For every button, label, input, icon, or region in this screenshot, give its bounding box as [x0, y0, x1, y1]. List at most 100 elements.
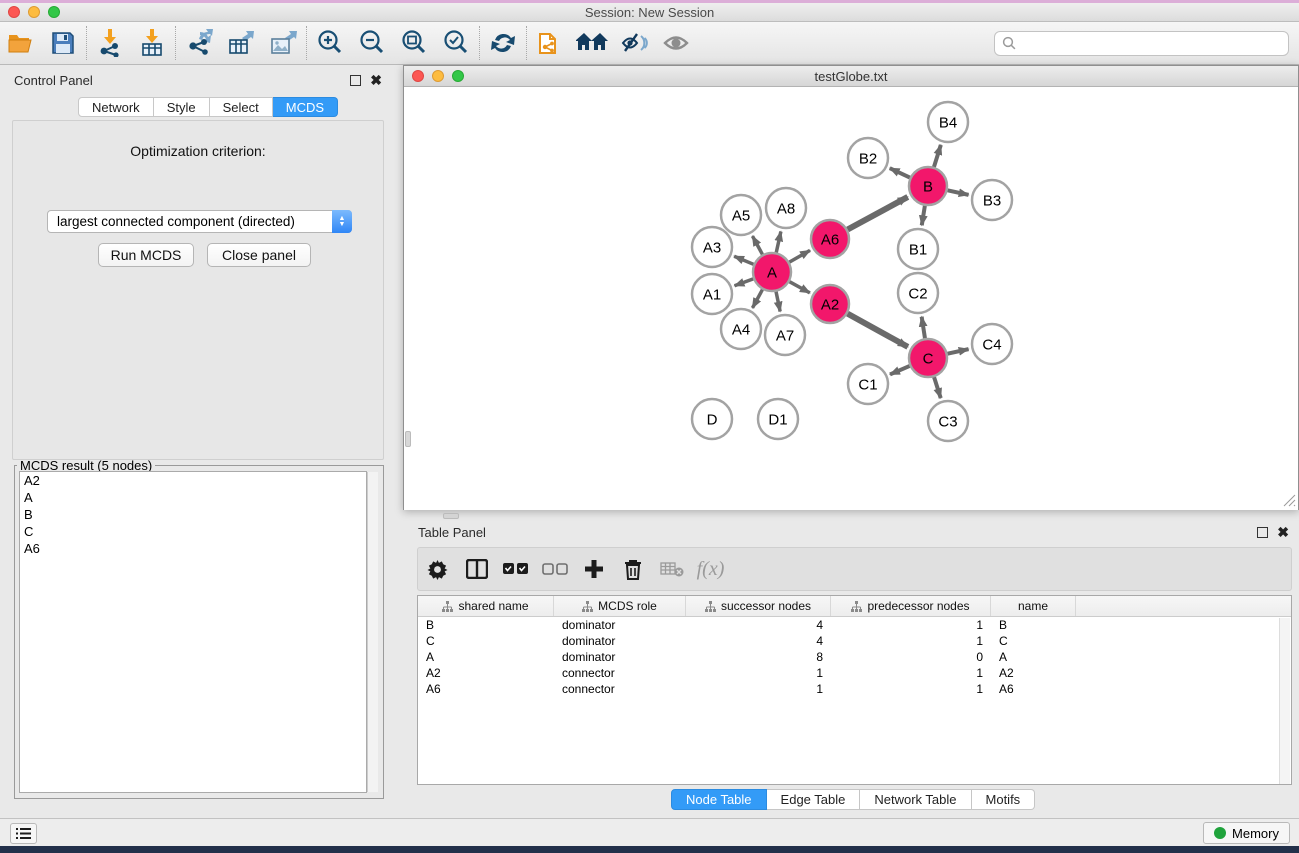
tab-network-table[interactable]: Network Table	[860, 789, 971, 810]
cell-shared_name[interactable]: C	[418, 634, 554, 648]
graph-node-A4[interactable]: A4	[721, 309, 761, 349]
float-table-panel-icon[interactable]	[1257, 527, 1268, 538]
window-resize-grip[interactable]	[1283, 494, 1296, 507]
graph-edge-A2-C[interactable]	[848, 314, 908, 347]
cell-shared_name[interactable]: A2	[418, 666, 554, 680]
graph-edge-C-C2[interactable]	[922, 317, 925, 339]
graph-edge-A-A3[interactable]	[734, 256, 753, 264]
graph-edge-C-C1[interactable]	[890, 366, 910, 375]
cell-predecessor[interactable]: 1	[831, 666, 991, 680]
function-builder-icon[interactable]: f(x)	[691, 551, 730, 587]
column-header-predecessor-nodes[interactable]: predecessor nodes	[831, 596, 991, 616]
column-header-MCDS-role[interactable]: MCDS role	[554, 596, 686, 616]
close-panel-button[interactable]: Close panel	[207, 243, 311, 267]
graph-node-B1[interactable]: B1	[898, 229, 938, 269]
graph-edge-A-A4[interactable]	[752, 290, 762, 308]
cell-name[interactable]: B	[991, 618, 1076, 632]
graph-node-A1[interactable]: A1	[692, 274, 732, 314]
graph-edge-A6-B[interactable]	[848, 197, 908, 230]
node-table-header[interactable]: shared nameMCDS rolesuccessor nodesprede…	[418, 596, 1291, 617]
graph-edge-C-C3[interactable]	[934, 377, 941, 398]
table-row[interactable]: Adominator80A	[418, 649, 1291, 665]
table-row[interactable]: Bdominator41B	[418, 617, 1291, 633]
mcds-result-item[interactable]: C	[20, 523, 366, 540]
graph-node-A6[interactable]: A6	[811, 220, 849, 258]
cell-predecessor[interactable]: 1	[831, 618, 991, 632]
import-network-icon[interactable]	[89, 25, 131, 61]
table-row[interactable]: Cdominator41C	[418, 633, 1291, 649]
zoom-in-icon[interactable]	[309, 25, 351, 61]
cell-mcds_role[interactable]: connector	[554, 682, 686, 696]
graph-node-A7[interactable]: A7	[765, 315, 805, 355]
show-panels-icon[interactable]	[655, 25, 697, 61]
open-session-icon[interactable]	[0, 25, 42, 61]
criterion-dropdown[interactable]: largest connected component (directed) ▲…	[47, 210, 352, 233]
cell-predecessor[interactable]: 1	[831, 634, 991, 648]
zoom-out-icon[interactable]	[351, 25, 393, 61]
cell-successor[interactable]: 4	[686, 634, 831, 648]
cell-name[interactable]: A6	[991, 682, 1076, 696]
cell-successor[interactable]: 4	[686, 618, 831, 632]
deselect-all-checkboxes-icon[interactable]	[535, 551, 574, 587]
mcds-result-item[interactable]: A	[20, 489, 366, 506]
save-session-icon[interactable]	[42, 25, 84, 61]
graph-edge-B-B3[interactable]	[948, 190, 969, 195]
cell-name[interactable]: C	[991, 634, 1076, 648]
tab-node-table[interactable]: Node Table	[671, 789, 767, 810]
mcds-result-item[interactable]: B	[20, 506, 366, 523]
cell-successor[interactable]: 8	[686, 650, 831, 664]
graph-node-B4[interactable]: B4	[928, 102, 968, 142]
mcds-result-item[interactable]: A6	[20, 540, 366, 557]
search-field[interactable]	[994, 31, 1289, 56]
graph-node-B2[interactable]: B2	[848, 138, 888, 178]
export-network-icon[interactable]	[178, 25, 220, 61]
cell-name[interactable]: A	[991, 650, 1076, 664]
graph-node-B3[interactable]: B3	[972, 180, 1012, 220]
zoom-selected-icon[interactable]	[435, 25, 477, 61]
tab-mcds[interactable]: MCDS	[273, 97, 338, 117]
add-column-icon[interactable]	[574, 551, 613, 587]
graph-edge-A-A6[interactable]	[789, 250, 810, 262]
tab-style[interactable]: Style	[154, 97, 210, 117]
graph-node-A8[interactable]: A8	[766, 188, 806, 228]
graph-node-A3[interactable]: A3	[692, 227, 732, 267]
export-table-icon[interactable]	[220, 25, 262, 61]
graph-edge-B-B4[interactable]	[934, 145, 941, 167]
network-window-titlebar[interactable]: testGlobe.txt	[404, 66, 1298, 87]
cell-successor[interactable]: 1	[686, 666, 831, 680]
refresh-layout-icon[interactable]	[482, 25, 524, 61]
table-vertical-scrollbar[interactable]	[1279, 618, 1290, 784]
tab-edge-table[interactable]: Edge Table	[767, 789, 861, 810]
graph-edge-A-A5[interactable]	[752, 236, 762, 254]
graph-edge-A-A1[interactable]	[735, 279, 754, 286]
memory-button[interactable]: Memory	[1203, 822, 1290, 844]
delete-table-icon[interactable]	[652, 551, 691, 587]
export-image-icon[interactable]	[262, 25, 304, 61]
mcds-result-item[interactable]: A2	[20, 472, 366, 489]
graph-node-D[interactable]: D	[692, 399, 732, 439]
columns-icon[interactable]	[457, 551, 496, 587]
graph-node-A2[interactable]: A2	[811, 285, 849, 323]
table-row[interactable]: A6connector11A6	[418, 681, 1291, 697]
cell-shared_name[interactable]: B	[418, 618, 554, 632]
graph-edge-A-A2[interactable]	[790, 282, 810, 293]
graph-edge-B-B2[interactable]	[890, 168, 910, 177]
table-row[interactable]: A2connector11A2	[418, 665, 1291, 681]
network-graph-canvas[interactable]: AA1A2A3A4A5A6A7A8BB1B2B3B4CC1C2C3C4DD1	[404, 88, 1298, 510]
network-vertical-scrollbar[interactable]	[405, 431, 411, 447]
select-all-checkboxes-icon[interactable]	[496, 551, 535, 587]
zoom-fit-icon[interactable]	[393, 25, 435, 61]
graph-node-D1[interactable]: D1	[758, 399, 798, 439]
graph-node-A5[interactable]: A5	[721, 195, 761, 235]
cell-shared_name[interactable]: A	[418, 650, 554, 664]
graph-node-C2[interactable]: C2	[898, 273, 938, 313]
cell-mcds_role[interactable]: dominator	[554, 618, 686, 632]
close-panel-icon[interactable]: ✖	[370, 75, 382, 86]
tab-select[interactable]: Select	[210, 97, 273, 117]
graph-edge-B-B1[interactable]	[922, 206, 925, 226]
cell-shared_name[interactable]: A6	[418, 682, 554, 696]
graph-edge-C-C4[interactable]	[948, 349, 969, 354]
new-network-icon[interactable]	[529, 25, 571, 61]
close-table-panel-icon[interactable]: ✖	[1277, 527, 1289, 538]
cell-successor[interactable]: 1	[686, 682, 831, 696]
